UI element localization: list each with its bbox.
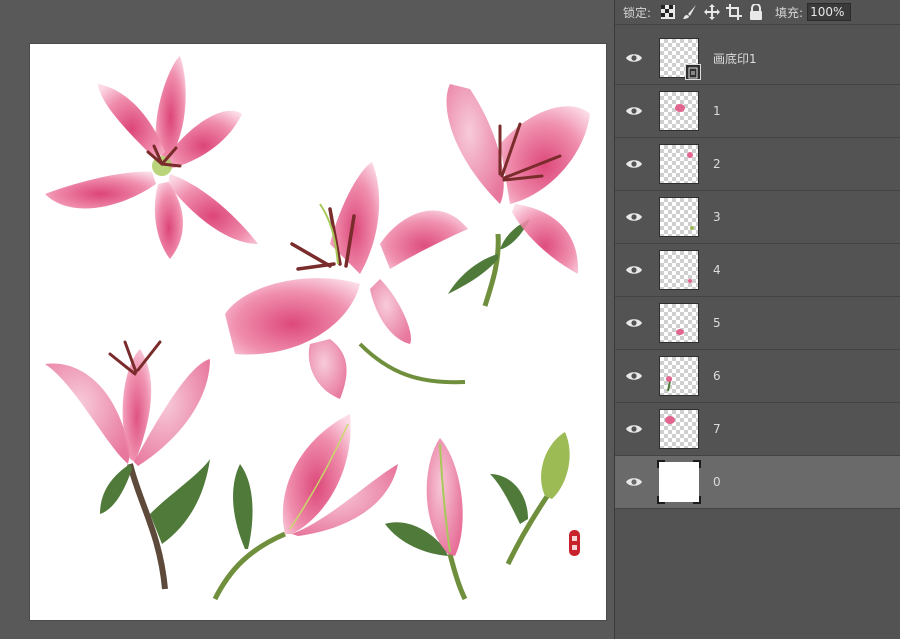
visibility-eye-icon[interactable]	[615, 476, 653, 488]
lily-bottom-left	[45, 340, 210, 590]
lock-transparent-pixels-icon[interactable]	[659, 3, 677, 21]
layer-thumbnail	[659, 250, 699, 290]
document-workspace	[0, 0, 614, 639]
lily-open-top-left	[45, 56, 258, 259]
visibility-eye-icon[interactable]	[615, 423, 653, 435]
layers-panel: 锁定: 填充: 画底印1	[614, 0, 900, 639]
layer-name: 0	[713, 475, 721, 489]
layer-row-selected[interactable]: 0	[615, 456, 900, 509]
selection-corner	[657, 496, 665, 504]
lock-image-pixels-brush-icon[interactable]	[681, 3, 699, 21]
layer-row[interactable]: 3	[615, 191, 900, 244]
layer-thumbnail	[659, 356, 699, 396]
layer-name: 画底印1	[713, 51, 757, 66]
lily-closed-bud	[385, 438, 468, 601]
lock-fill-bar: 锁定: 填充:	[615, 0, 900, 25]
lock-label: 锁定:	[623, 5, 652, 20]
layer-name: 3	[713, 210, 721, 224]
lily-green-bud	[490, 432, 570, 566]
layer-name: 5	[713, 316, 721, 330]
layer-row[interactable]: 6	[615, 350, 900, 403]
visibility-eye-icon[interactable]	[615, 211, 653, 223]
layer-name: 2	[713, 157, 721, 171]
layer-list: 画底印1 1 2 3 4 5 6 7 0	[615, 32, 900, 509]
layer-thumbnail	[659, 197, 699, 237]
artwork-canvas[interactable]	[30, 44, 606, 620]
lock-all-padlock-icon[interactable]	[747, 3, 765, 21]
artist-seal	[569, 530, 580, 556]
layer-thumbnail	[659, 91, 699, 131]
lily-watercolor-illustration	[45, 56, 590, 601]
layer-name: 4	[713, 263, 721, 277]
layer-row[interactable]: 4	[615, 244, 900, 297]
lily-half-open-bud	[212, 414, 398, 601]
layer-thumbnail	[659, 409, 699, 449]
lily-top-right	[446, 84, 590, 307]
selection-corner	[693, 460, 701, 468]
layer-thumbnail	[659, 144, 699, 184]
visibility-eye-icon[interactable]	[615, 52, 653, 64]
smart-object-badge-icon	[685, 64, 701, 80]
layer-name: 6	[713, 369, 721, 383]
fill-label: 填充:	[775, 5, 804, 20]
lock-position-move-icon[interactable]	[703, 3, 721, 21]
visibility-eye-icon[interactable]	[615, 158, 653, 170]
layer-row[interactable]: 5	[615, 297, 900, 350]
lily-center	[225, 162, 468, 399]
visibility-eye-icon[interactable]	[615, 370, 653, 382]
layer-row[interactable]: 2	[615, 138, 900, 191]
layer-thumbnail	[657, 460, 701, 504]
fill-opacity-input[interactable]	[807, 3, 852, 21]
visibility-eye-icon[interactable]	[615, 264, 653, 276]
visibility-eye-icon[interactable]	[615, 105, 653, 117]
visibility-eye-icon[interactable]	[615, 317, 653, 329]
layer-row[interactable]: 7	[615, 403, 900, 456]
layer-name: 1	[713, 104, 721, 118]
layer-thumbnail	[659, 38, 701, 80]
selection-corner	[693, 496, 701, 504]
layer-row[interactable]: 画底印1	[615, 32, 900, 85]
layer-thumbnail	[659, 303, 699, 343]
lock-artboard-crop-icon[interactable]	[725, 3, 743, 21]
layer-name: 7	[713, 422, 721, 436]
selection-corner	[657, 460, 665, 468]
layer-row[interactable]: 1	[615, 85, 900, 138]
